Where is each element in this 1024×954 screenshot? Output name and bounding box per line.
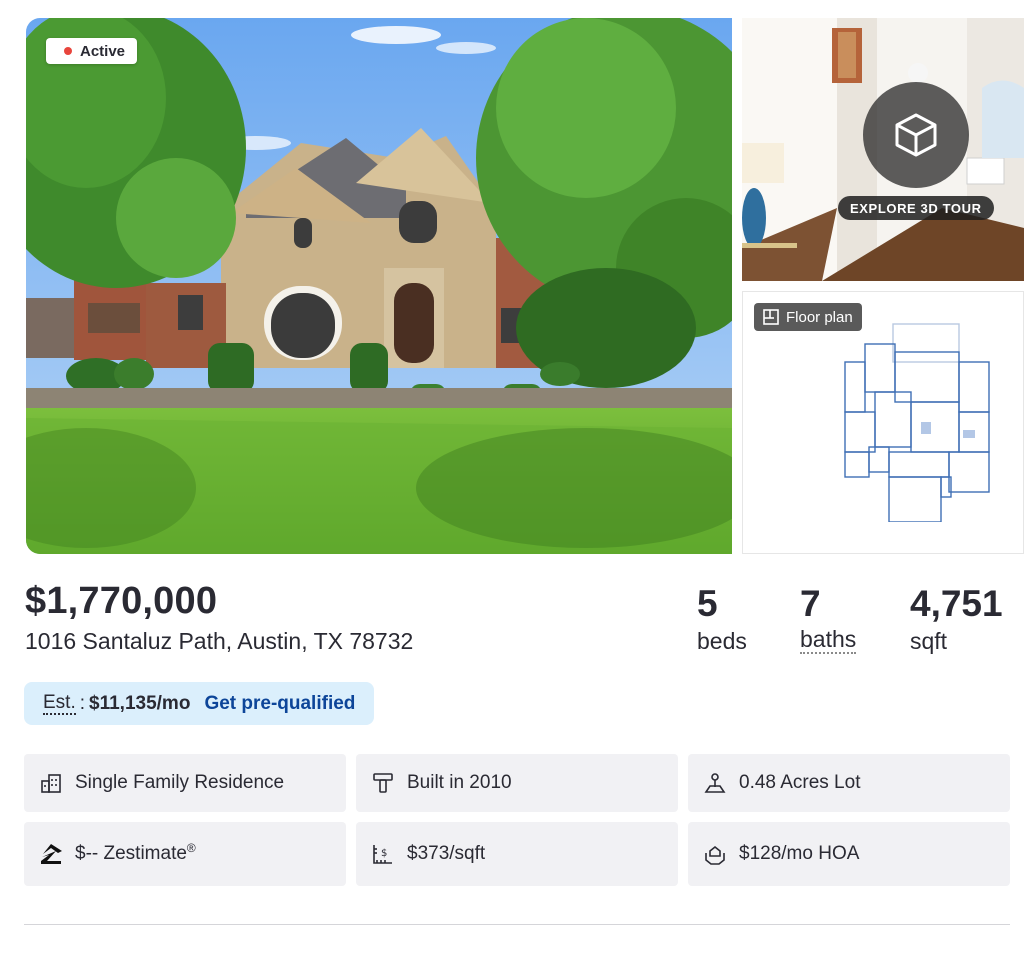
sqft-stat: 4,751 sqft [910,582,1003,656]
fact-home-type-text: Single Family Residence [75,772,285,793]
building-icon [39,771,63,795]
section-divider [24,924,1010,925]
estimated-payment-box: Est.: $11,135/mo Get pre-qualified [24,682,375,725]
3d-cube-icon [863,82,969,188]
fact-price-per-sqft: $ $373/sqft [356,822,678,886]
ruler-dollar-icon: $ [371,842,395,866]
get-pre-qualified-link[interactable]: Get pre-qualified [204,693,355,715]
fact-year-built-text: Built in 2010 [407,772,512,793]
beds-label: beds [697,628,747,654]
floor-plan-drawing [844,323,990,522]
zillow-logo-icon [39,842,63,866]
floor-plan-icon [763,309,779,325]
sqft-label: sqft [910,628,948,654]
fact-price-per-sqft-text: $373/sqft [407,843,486,864]
registered-mark: ® [186,841,196,855]
lot-icon [703,771,727,795]
hoa-hands-icon [703,842,727,866]
house-exterior-image [26,18,732,554]
hammer-icon [371,771,395,795]
fact-zestimate[interactable]: $-- Zestimate® [24,822,346,886]
fact-hoa: $128/mo HOA [688,822,1010,886]
main-listing-photo[interactable]: Active [26,18,732,554]
baths-stat[interactable]: 7 baths [800,582,857,654]
estimated-payment-value: $11,135/mo [89,692,191,714]
svg-text:$: $ [381,848,387,859]
status-dot-icon [64,47,72,55]
fact-lot-size-text: 0.48 Acres Lot [739,772,861,793]
fact-year-built: Built in 2010 [356,754,678,812]
estimated-payment-label[interactable]: Est. [43,692,76,715]
zestimate-value: $-- Zestimate [75,843,187,864]
photo-gallery: Active EXPLORE 3D TOUR Floor plan [26,18,1024,554]
fact-home-type: Single Family Residence [24,754,346,812]
beds-value: 5 [697,583,718,624]
estimated-payment-separator: : [79,692,86,714]
facts-grid: Single Family Residence Built in 2010 0.… [24,754,1010,886]
fact-lot-size: 0.48 Acres Lot [688,754,1010,812]
floor-plan-thumbnail[interactable]: Floor plan [742,291,1024,554]
status-badge: Active [46,38,138,64]
explore-3d-tour-button[interactable]: EXPLORE 3D TOUR [838,196,994,220]
baths-label[interactable]: baths [800,626,857,654]
status-text: Active [80,42,126,60]
listing-price: $1,770,000 [25,580,218,622]
sqft-value: 4,751 [910,583,1003,624]
3d-tour-thumbnail[interactable]: EXPLORE 3D TOUR [742,18,1024,281]
fact-zestimate-text: $-- Zestimate® [75,841,196,865]
fact-hoa-text: $128/mo HOA [739,843,860,864]
beds-stat: 5 beds [697,582,747,656]
listing-address: 1016 Santaluz Path, Austin, TX 78732 [25,628,414,654]
baths-value: 7 [800,583,821,624]
